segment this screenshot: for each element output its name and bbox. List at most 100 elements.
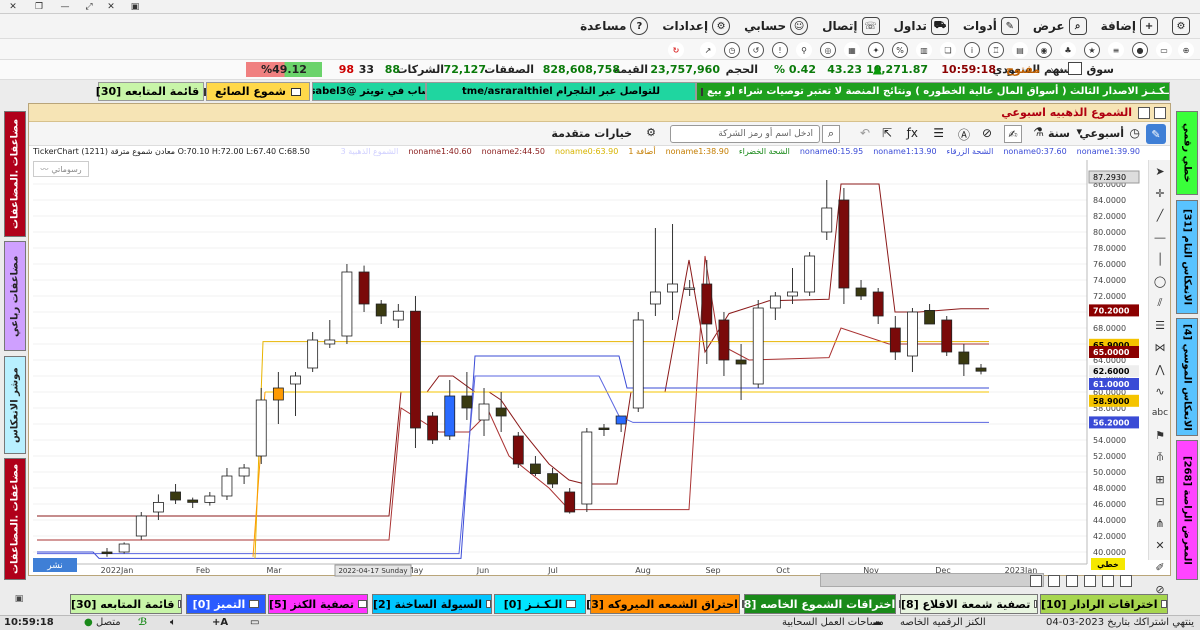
vline-icon[interactable]: │ xyxy=(1149,248,1171,270)
settings-icon: ⚙ xyxy=(712,17,731,35)
channel-icon[interactable]: ⫽ xyxy=(1149,292,1171,314)
grid-icon[interactable]: ▦ xyxy=(844,42,860,58)
sound-icon[interactable]: 🔈︎ xyxy=(170,617,176,628)
cloud-label[interactable]: مساحات العمل السحابية xyxy=(782,617,884,628)
chart-close-icon[interactable] xyxy=(1154,107,1166,119)
candlestick-chart[interactable]: 40.0000 42.0000 44.0000 46.0000 48.0000 50.00… xyxy=(29,104,1149,577)
bottom-tab[interactable]: اختراقات الشموع الخاصه [8] xyxy=(739,594,902,614)
crosshair-icon[interactable]: ✛ xyxy=(1149,182,1171,204)
close-window-icon[interactable]: ✕ xyxy=(102,1,120,13)
bottom-tab[interactable]: اختراقات الرادار [10] xyxy=(1040,594,1168,614)
layers-icon[interactable]: ≡ xyxy=(1108,42,1124,58)
bottom-tab[interactable]: احتراق الشمعه الميروكه [3] xyxy=(586,594,744,614)
close-icon[interactable]: ✕ xyxy=(4,1,22,13)
zoom-in-icon[interactable] xyxy=(1048,575,1060,587)
font-size-icon[interactable]: +A xyxy=(212,617,228,628)
zoom-out-icon[interactable] xyxy=(1030,575,1042,587)
menu-view[interactable]: ⌕ عرض xyxy=(1033,17,1087,35)
left-panel-3[interactable]: موشر الانعكاس xyxy=(4,356,26,454)
menu-settings-gear[interactable]: ⚙ xyxy=(1172,17,1190,35)
watchlist-button[interactable]: قائمة المتابعه [30] xyxy=(96,82,207,101)
bottom-tab[interactable]: التميز [0] xyxy=(186,594,266,614)
bars-icon[interactable]: ▥ xyxy=(916,42,932,58)
zigzag-icon[interactable]: ⋀ xyxy=(1149,358,1171,380)
menu-connect[interactable]: ☏ إتصال xyxy=(822,17,880,35)
twitter-ticker[interactable]: او الحساب في تويتر @aber_sabel3 xyxy=(312,82,426,101)
right-panel-1[interactable]: خطي رقمي xyxy=(1176,111,1198,195)
tree-icon[interactable]: ♣ xyxy=(1060,42,1076,58)
bottom-tab[interactable]: تصفية الكنز [5] xyxy=(268,594,368,614)
bottom-tab-box-icon xyxy=(566,600,577,608)
bottom-tab[interactable]: قائمة المتابعه [30] xyxy=(70,594,182,614)
menu-account[interactable]: ☺ حسابي xyxy=(744,17,809,35)
star-icon[interactable]: ★ xyxy=(1084,42,1100,58)
clock-icon[interactable]: ◷ xyxy=(724,42,740,58)
wave-tool-icon[interactable]: ∿ xyxy=(1149,380,1171,402)
info-icon[interactable]: i xyxy=(964,42,980,58)
calendar-icon[interactable] xyxy=(1068,62,1082,75)
right-panel-3[interactable]: الانعكاس الموسي [4] xyxy=(1176,318,1198,436)
monitor-icon[interactable]: ▭ xyxy=(250,617,259,628)
trend-icon[interactable]: ↗ xyxy=(700,42,716,58)
refresh-status-icon[interactable]: ℬ xyxy=(138,617,147,628)
target-icon[interactable]: ◎ xyxy=(820,42,836,58)
right-panel-4[interactable]: المعرض الراصة [268] xyxy=(1176,440,1198,580)
left-panel-2[interactable]: مضاعفات رباعي xyxy=(4,241,26,351)
globe-icon[interactable]: ⊕ xyxy=(1178,42,1194,58)
eye-icon[interactable]: ◉ xyxy=(1036,42,1052,58)
menu-add[interactable]: + إضافة xyxy=(1101,17,1158,35)
menu-tools[interactable]: ✎ أدوات xyxy=(963,17,1019,35)
chart-scrollbar[interactable] xyxy=(820,573,1044,587)
candles-box-icon xyxy=(290,87,301,96)
expand-icon[interactable]: ⤢ xyxy=(80,1,98,13)
lasso-icon[interactable]: ◯ xyxy=(1149,270,1171,292)
market-stats-bar: سوق الأسهم السعودي 〰 مفتوح 10:59:18 10,2… xyxy=(0,60,1200,80)
flag-icon[interactable]: ⚑ xyxy=(1149,424,1171,446)
fit-icon[interactable] xyxy=(1066,575,1078,587)
ruler-icon[interactable]: ⊟ xyxy=(1149,490,1171,512)
eraser-icon[interactable]: ✕ xyxy=(1149,534,1171,556)
history-icon[interactable]: ↺ xyxy=(748,42,764,58)
bottom-tab[interactable]: الـكـنـز [0] xyxy=(494,594,586,614)
bottom-tab[interactable]: تصفية شمعة الاقلاع [8] xyxy=(900,594,1038,614)
price-tag: 65.0000 xyxy=(1093,348,1130,357)
cursor-icon[interactable]: ➤ xyxy=(1149,160,1171,182)
chart-icon[interactable]: ⚲ xyxy=(796,42,812,58)
news-ticker[interactable]: مـسـصة الـكـنـز الاصدار الثالث ( أسواق ا… xyxy=(696,82,1170,101)
bottom-tab[interactable]: السيولة الساخنة [2] xyxy=(372,594,492,614)
telegram-ticker[interactable]: للتواصل عبر التلجرام tme/asraralthiel xyxy=(426,82,696,101)
tag-icon[interactable]: ▤ xyxy=(1012,42,1028,58)
alert-icon[interactable]: ! xyxy=(772,42,788,58)
brush-icon[interactable]: ✐ xyxy=(1149,556,1171,578)
book-icon[interactable]: ▭ xyxy=(1156,42,1172,58)
menu-trade[interactable]: ⛟ تداول xyxy=(894,17,949,35)
fork-icon[interactable]: ⫚ xyxy=(1149,446,1171,468)
refresh-icon[interactable]: ↻ xyxy=(668,42,684,58)
trophy-icon[interactable]: ♖ xyxy=(988,42,1004,58)
right-panel-2[interactable]: الانعكاس التام [31] xyxy=(1176,200,1198,314)
hline-icon[interactable]: ― xyxy=(1149,226,1171,248)
percent-icon[interactable]: % xyxy=(892,42,908,58)
menu-settings[interactable]: ⚙ إعدادات xyxy=(662,17,731,35)
fib-icon[interactable]: ☰ xyxy=(1149,314,1171,336)
compass-icon[interactable]: ✦ xyxy=(868,42,884,58)
candles-button[interactable]: شموع الصائع xyxy=(206,82,310,101)
reset-icon[interactable] xyxy=(1084,575,1096,587)
pin-icon[interactable]: ● xyxy=(1132,42,1148,58)
left-panel-1[interactable]: مضاعفات .المضاعفات xyxy=(4,111,26,237)
measure-icon[interactable]: ⊞ xyxy=(1149,468,1171,490)
minimize-icon[interactable]: — xyxy=(56,1,74,13)
pattern-icon[interactable]: ⋈ xyxy=(1149,336,1171,358)
menu-help[interactable]: ? مساعدة xyxy=(580,17,649,35)
magnet-icon[interactable]: ⋔ xyxy=(1149,512,1171,534)
camera-icon[interactable]: ▣ xyxy=(126,1,144,13)
copy-icon[interactable]: ❏ xyxy=(940,42,956,58)
restore-icon[interactable]: ❐ xyxy=(30,1,48,13)
text-tool-icon[interactable]: abc xyxy=(1149,402,1171,424)
scroll-left-icon[interactable] xyxy=(1102,575,1114,587)
pen-icon[interactable]: ✎ xyxy=(1146,124,1166,144)
left-panel-tab[interactable]: ▣ xyxy=(6,594,24,614)
scroll-right-icon[interactable] xyxy=(1120,575,1132,587)
trendline-icon[interactable]: ╱ xyxy=(1149,204,1171,226)
left-panel-4[interactable]: مضاعفات .المضاعفات xyxy=(4,458,26,580)
